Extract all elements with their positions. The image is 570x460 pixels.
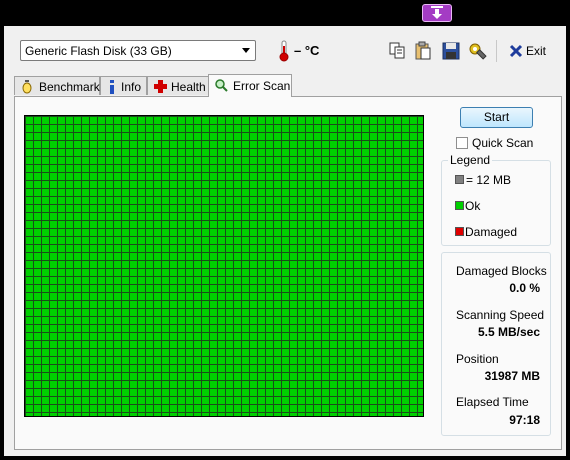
- thermometer-icon: [279, 40, 289, 62]
- elapsed-time-value: 97:18: [509, 413, 540, 427]
- copy-icon: [389, 42, 405, 59]
- toolbar-separator: [496, 40, 497, 62]
- exit-label: Exit: [526, 44, 547, 58]
- title-bar: [0, 0, 570, 26]
- checkbox-box[interactable]: [456, 137, 468, 149]
- scan-block-grid: [24, 115, 424, 417]
- tab-benchmark-label: Benchmark: [39, 80, 100, 94]
- tab-error-scan[interactable]: Error Scan: [208, 74, 292, 97]
- copy-screenshot-button[interactable]: [412, 40, 434, 62]
- floppy-disk-icon: [442, 42, 460, 60]
- chevron-down-icon: [242, 48, 250, 53]
- scanning-speed-value: 5.5 MB/sec: [477, 325, 540, 339]
- health-cross-icon: [154, 80, 167, 93]
- elapsed-time-label: Elapsed Time: [456, 395, 529, 409]
- tab-health-label: Health: [171, 80, 206, 94]
- main-client-area: Generic Flash Disk (33 GB) – °C Exit Ben…: [4, 26, 566, 456]
- legend-group: Legend = 12 MB Ok Damaged: [441, 153, 551, 246]
- quick-scan-label: Quick Scan: [472, 136, 534, 150]
- damaged-swatch: [455, 227, 464, 236]
- ok-swatch: [455, 201, 464, 210]
- start-button[interactable]: Start: [460, 107, 533, 128]
- legend-damaged-label: Damaged: [465, 225, 518, 239]
- tab-benchmark[interactable]: Benchmark: [14, 76, 100, 95]
- tab-error-scan-label: Error Scan: [233, 79, 291, 93]
- close-x-icon: [509, 44, 523, 58]
- stopwatch-icon: [22, 80, 32, 94]
- error-scan-panel: Start Quick Scan Legend = 12 MB Ok Damag…: [14, 96, 562, 450]
- damaged-blocks-label: Damaged Blocks: [456, 264, 547, 278]
- tab-info[interactable]: Info: [100, 76, 147, 95]
- position-label: Position: [456, 352, 499, 366]
- drive-selector[interactable]: Generic Flash Disk (33 GB): [20, 40, 256, 61]
- clipboard-icon: [415, 41, 431, 60]
- download-arrow-icon: [431, 6, 443, 19]
- tools-icon: [469, 43, 487, 60]
- legend-block-size-label: = 12 MB: [466, 173, 512, 187]
- block-size-swatch: [455, 175, 464, 184]
- pin-button[interactable]: [422, 4, 452, 22]
- tab-info-label: Info: [121, 80, 142, 94]
- scanning-speed-label: Scanning Speed: [456, 308, 545, 322]
- temperature-value: – °C: [294, 43, 320, 58]
- position-value: 31987 MB: [484, 369, 540, 383]
- magnifier-icon: [215, 79, 228, 92]
- drive-selector-value: Generic Flash Disk (33 GB): [25, 44, 172, 58]
- info-icon: [110, 80, 114, 94]
- tab-health[interactable]: Health: [147, 76, 209, 95]
- legend-title: Legend: [448, 153, 493, 167]
- copy-text-button[interactable]: [386, 40, 408, 62]
- damaged-blocks-value: 0.0 %: [509, 281, 540, 295]
- legend-ok-label: Ok: [465, 199, 481, 213]
- app-window: Generic Flash Disk (33 GB) – °C Exit Ben…: [0, 0, 570, 460]
- options-button[interactable]: [466, 40, 488, 62]
- scan-stats-group: Damaged Blocks 0.0 % Scanning Speed 5.5 …: [441, 252, 551, 436]
- save-button[interactable]: [440, 40, 462, 62]
